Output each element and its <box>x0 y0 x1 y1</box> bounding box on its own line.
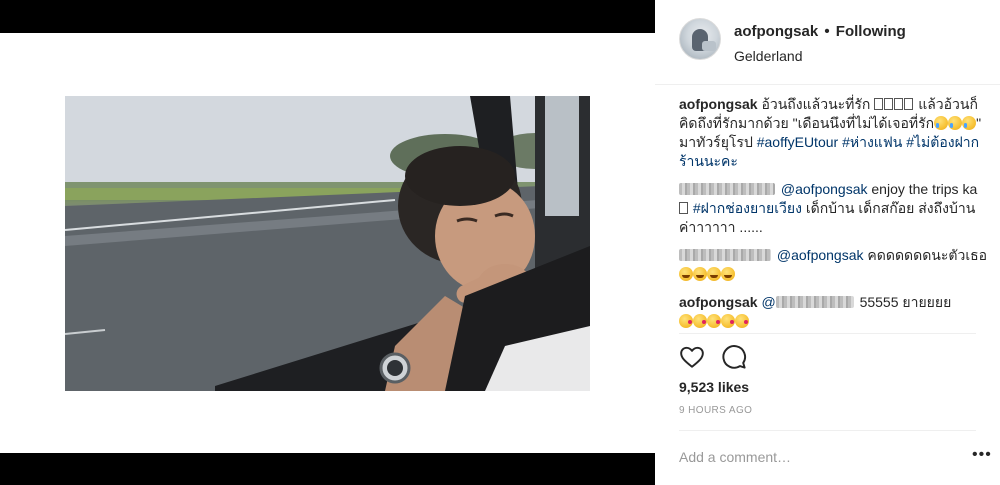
caption-text-1: อ้วนถึงแล้วนะที่รัก <box>761 96 871 112</box>
kissing-emoji-icon <box>707 314 721 328</box>
blurred-username <box>679 249 771 261</box>
comment-item: @aofpongsak คดดดดดดนะตัวเธอ <box>679 246 991 284</box>
hashtag-link[interactable]: #ฝากช่องยายเวียง <box>693 200 802 216</box>
comment-list: aofpongsak อ้วนถึงแล้วนะที่รัก แล้วอ้วนก… <box>679 95 991 340</box>
header-user-line: aofpongsak • Following <box>734 23 906 40</box>
comment-item: aofpongsak @ 55555 ยายยยย <box>679 293 991 331</box>
blurred-username <box>679 183 775 195</box>
post-media <box>0 0 655 485</box>
crying-emoji-icon <box>962 116 977 130</box>
kissing-emoji-icon <box>679 314 693 328</box>
missing-glyph-icon <box>894 98 904 110</box>
divider <box>679 333 976 334</box>
avatar[interactable] <box>679 18 721 60</box>
blurred-mention <box>775 296 854 308</box>
mention-link[interactable]: @aofpongsak <box>781 181 868 197</box>
crying-emoji-icon <box>948 116 963 130</box>
laughing-emoji-icon <box>707 267 721 281</box>
mention-link[interactable]: @aofpongsak <box>777 247 864 263</box>
photo-scene <box>65 96 590 391</box>
crying-emoji-icon <box>934 116 949 130</box>
post-timestamp[interactable]: 9 HOURS AGO <box>679 405 752 416</box>
comment-text: enjoy the trips ka <box>871 181 978 197</box>
avatar-detail <box>702 41 716 51</box>
likes-count[interactable]: 9,523 likes <box>679 379 749 395</box>
hashtag-link[interactable]: #aoffyEUtour <box>757 134 838 150</box>
post-photo[interactable] <box>65 96 590 391</box>
follow-status-button[interactable]: Following <box>836 23 906 40</box>
missing-glyph-icon <box>874 98 884 110</box>
add-comment-input[interactable] <box>679 446 939 468</box>
comment-bubble-icon[interactable] <box>721 344 747 370</box>
kissing-emoji-icon <box>735 314 749 328</box>
heart-icon[interactable] <box>679 344 705 370</box>
laughing-emoji-icon <box>693 267 707 281</box>
post-side-panel: aofpongsak • Following Gelderland aofpon… <box>655 0 1000 485</box>
username-link[interactable]: aofpongsak <box>734 23 818 40</box>
missing-glyph-icon <box>884 98 894 110</box>
comment-item: @aofpongsak enjoy the trips ka #ฝากช่องย… <box>679 180 991 237</box>
comment-username[interactable]: aofpongsak <box>679 294 758 310</box>
kissing-emoji-icon <box>693 314 707 328</box>
caption-username[interactable]: aofpongsak <box>679 96 758 112</box>
laughing-emoji-icon <box>721 267 735 281</box>
laughing-emoji-icon <box>679 267 693 281</box>
divider <box>679 430 976 431</box>
header-separator: • <box>824 23 830 40</box>
caption: aofpongsak อ้วนถึงแล้วนะที่รัก แล้วอ้วนก… <box>679 95 991 171</box>
missing-glyph-icon <box>904 98 914 110</box>
post-header: aofpongsak • Following Gelderland <box>655 0 1000 85</box>
kissing-emoji-icon <box>721 314 735 328</box>
location-link[interactable]: Gelderland <box>734 48 803 64</box>
more-options-button[interactable]: ••• <box>972 447 992 463</box>
hashtag-link[interactable]: #ห่างแฟน <box>842 134 902 150</box>
comment-text: 55555 ยายยยย <box>859 294 952 310</box>
comment-text: คดดดดดดนะตัวเธอ <box>867 247 988 263</box>
missing-glyph-icon <box>679 202 688 214</box>
mention-link[interactable]: @ <box>761 294 855 310</box>
